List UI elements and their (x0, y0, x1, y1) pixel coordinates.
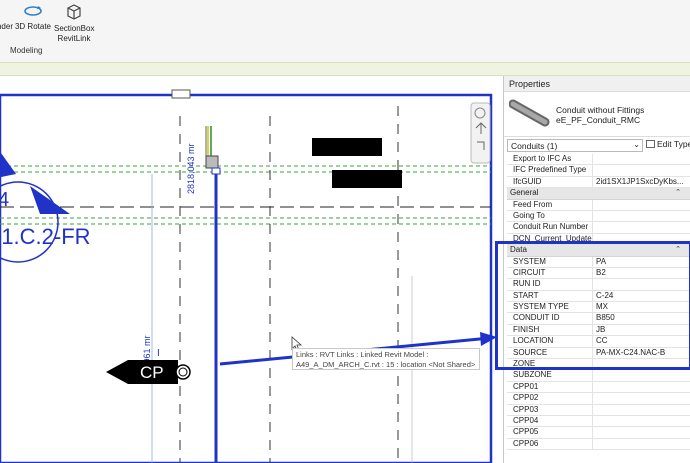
prop-row[interactable]: CPP04 (507, 415, 690, 428)
prop-row[interactable]: Conduit Run Number (507, 222, 690, 234)
prop-row[interactable]: DCN_Current_Updated (507, 233, 690, 246)
section-box-label: SectionBox RevitLink (54, 24, 95, 43)
3d-rotate-label: 3D Rotate (14, 22, 52, 31)
edit-type-button[interactable]: Edit Type (646, 139, 690, 149)
type-name: Conduit without Fittings (556, 105, 645, 115)
3d-rotate-icon (23, 2, 43, 20)
prop-row[interactable]: LOCATION CC (507, 336, 690, 348)
prop-row[interactable]: CPP02 (507, 393, 690, 405)
prop-row[interactable]: IFC Predefined Type (507, 165, 690, 177)
prop-row[interactable]: FINISH JB (507, 324, 690, 337)
section-general[interactable]: General ⌃ (507, 188, 690, 200)
render-icon (0, 2, 14, 20)
edit-type-label: Edit Type (657, 139, 690, 149)
collapse-icon: ⌃ (675, 189, 681, 197)
cp-label: CP (140, 363, 164, 382)
prop-row[interactable]: SOURCE PA-MX-C24.NAC-B (507, 347, 690, 360)
prop-row[interactable]: Going To (507, 210, 690, 223)
tag-partial-text: 4 (0, 189, 9, 211)
instance-filter-value: Conduits (1) (511, 141, 558, 151)
tooltip-line-2: A49_A_DM_ARCH_C.rvt : 15 : location <Not… (296, 360, 476, 369)
section-data[interactable]: Data ⌃ (507, 245, 690, 257)
render-label: nder (0, 22, 13, 31)
collapse-icon: ⌃ (675, 246, 681, 254)
prop-row[interactable]: ZONE (507, 359, 690, 371)
chevron-down-icon: ⌄ (633, 140, 640, 149)
prop-row[interactable]: CPP01 (507, 381, 690, 394)
prop-row[interactable]: RUN ID (507, 279, 690, 291)
prop-row[interactable]: Export to IFC As (507, 154, 690, 166)
3d-rotate-button[interactable]: 3D Rotate (14, 2, 52, 32)
instance-filter-dropdown[interactable]: Conduits (1) ⌄ (507, 139, 643, 152)
tooltip-line-1: Links : RVT Links : Linked Revit Model : (296, 350, 429, 359)
ribbon-group-label: Modeling (10, 46, 43, 55)
edit-type-icon (646, 140, 655, 148)
canvas-drawing: 4 -1.C.2-FR 2818,043 mr 55,961 mr I CP (0, 89, 497, 463)
tooltip: Links : RVT Links : Linked Revit Model :… (292, 348, 480, 370)
type-selector[interactable]: Conduit without Fittings eE_PF_Conduit_R… (504, 92, 690, 137)
properties-title: Properties (504, 76, 690, 92)
prop-row[interactable]: SUBZONE (507, 370, 690, 382)
prop-row[interactable]: SYSTEM PA (507, 256, 690, 268)
prop-row[interactable]: CIRCUIT B2 (507, 267, 690, 280)
redacted-block (312, 138, 382, 156)
conduit-type-icon (509, 99, 550, 127)
redacted-block (332, 170, 402, 188)
dimension-text-1: 2818,043 mr (186, 143, 196, 194)
prop-row[interactable]: CPP06 (507, 438, 690, 451)
prop-row[interactable]: SYSTEM TYPE MX (507, 302, 690, 314)
prop-row[interactable]: IfcGUID 2id1SX1JP1SxcDyKbs... (507, 176, 690, 189)
ribbon: nder 3D Rotate SectionBox RevitLink Mode… (0, 0, 690, 62)
prop-row[interactable]: Feed From (507, 199, 690, 211)
dimension-marker: I (157, 348, 160, 359)
drawing-canvas[interactable]: 4 -1.C.2-FR 2818,043 mr 55,961 mr I CP (0, 76, 500, 463)
options-bar (0, 62, 690, 76)
section-box-button[interactable]: SectionBox RevitLink (54, 2, 94, 44)
prop-row[interactable]: CPP05 (507, 427, 690, 439)
prop-row[interactable]: CPP03 (507, 404, 690, 416)
section-box-icon (64, 2, 84, 22)
properties-grid: Export to IFC As IFC Predefined Type Ifc… (507, 154, 690, 451)
type-subname: eE_PF_Conduit_RMC (556, 115, 641, 125)
view-crop-region (0, 93, 493, 463)
tag-text: -1.C.2-FR (0, 224, 91, 249)
prop-row[interactable]: CONDUIT ID B850 (507, 313, 690, 325)
prop-row[interactable]: START C-24 (507, 290, 690, 303)
properties-palette: Properties Conduit without Fittings eE_P… (503, 76, 690, 463)
